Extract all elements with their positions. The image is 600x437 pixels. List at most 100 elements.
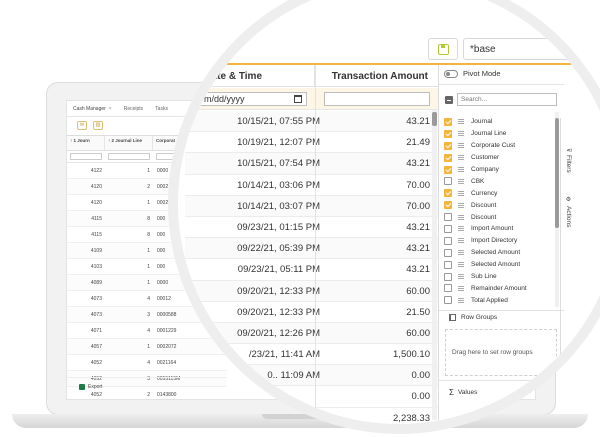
- date-cell: 09/23/21, 05:11 PM: [237, 264, 320, 276]
- column-search-input[interactable]: Search...: [457, 93, 557, 106]
- drag-handle-icon[interactable]: [458, 238, 464, 244]
- column-list-item[interactable]: Currency: [444, 187, 559, 199]
- small-header-journal-line[interactable]: ↑ 2 Journal Line: [105, 136, 153, 150]
- magnifier: *base ate & Time Transaction Amount m/dd…: [178, 0, 600, 424]
- small-filter-input[interactable]: [108, 153, 150, 160]
- table-row[interactable]: 09/20/21, 12:33 PM 21.50: [185, 302, 438, 323]
- table-row[interactable]: 09/22/21, 05:39 PM 43.21: [185, 238, 438, 260]
- select-all-checkbox[interactable]: [445, 96, 453, 104]
- column-checkbox[interactable]: [444, 117, 452, 126]
- grid-scroll-thumb[interactable]: [432, 112, 437, 126]
- drag-handle-icon[interactable]: [458, 143, 464, 149]
- column-list-item[interactable]: Customer: [444, 152, 559, 164]
- table-row[interactable]: /23/21, 11:41 AM 1,500.10: [185, 344, 438, 366]
- row-groups-drop-zone[interactable]: Drag here to set row groups: [445, 329, 557, 376]
- column-checkbox[interactable]: [444, 129, 452, 138]
- table-row[interactable]: 10/14/21, 03:06 PM 70.00: [185, 175, 438, 196]
- column-list-item[interactable]: CBK: [444, 175, 559, 187]
- mail-icon[interactable]: ✉: [77, 120, 87, 130]
- drag-handle-icon[interactable]: [458, 285, 464, 291]
- column-checkbox[interactable]: [444, 260, 452, 269]
- table-row[interactable]: 09/23/21, 05:11 PM 43.21: [185, 259, 438, 281]
- date-cell: 10/14/21, 03:07 PM: [237, 200, 320, 212]
- column-checkbox[interactable]: [444, 165, 452, 174]
- column-list-item[interactable]: Corporate Cust: [444, 140, 559, 152]
- close-icon[interactable]: ×: [109, 106, 112, 112]
- table-row[interactable]: 09/20/21, 12:26 PM 60.00: [185, 322, 438, 345]
- export-button[interactable]: Export: [88, 384, 102, 390]
- layout-name-field[interactable]: *base: [463, 38, 583, 60]
- small-table-cell: 4: [147, 359, 150, 366]
- drag-handle-icon[interactable]: [458, 297, 464, 303]
- small-header-journal[interactable]: ↑ 1 Journ: [67, 136, 105, 150]
- column-list-item[interactable]: Remainder Amount: [444, 282, 559, 294]
- column-list-item[interactable]: Import Directory: [444, 235, 559, 247]
- small-tab-receipts[interactable]: Receipts: [124, 106, 143, 112]
- table-row[interactable]: 10/19/21, 12:07 PM 21.49: [185, 132, 438, 154]
- amount-cell: 60.00: [406, 285, 430, 297]
- column-list-item[interactable]: Selected Amount: [444, 247, 559, 259]
- column-checkbox[interactable]: [444, 153, 452, 162]
- column-list-item[interactable]: Company: [444, 164, 559, 176]
- header-transaction-amount[interactable]: Transaction Amount: [315, 65, 438, 86]
- column-checkbox[interactable]: [444, 189, 452, 198]
- drag-handle-icon[interactable]: [458, 226, 464, 232]
- column-list-item[interactable]: Import Amount: [444, 223, 559, 235]
- drag-handle-icon[interactable]: [458, 119, 464, 125]
- table-row[interactable]: 0.00: [185, 386, 438, 408]
- header-date-time[interactable]: ate & Time: [185, 65, 315, 86]
- drag-handle-icon[interactable]: [458, 214, 464, 220]
- grid-scrollbar[interactable]: [432, 110, 437, 420]
- amount-cell: 43.21: [406, 116, 430, 127]
- small-tab-label: Cash Manager: [73, 105, 106, 112]
- drag-handle-icon[interactable]: [458, 262, 464, 268]
- chart-icon[interactable]: ▥: [93, 120, 103, 130]
- column-list-item[interactable]: Discount: [444, 211, 559, 223]
- column-checkbox[interactable]: [444, 236, 452, 245]
- column-checkbox[interactable]: [444, 201, 452, 210]
- column-list-scroll-thumb[interactable]: [555, 118, 559, 228]
- calendar-icon[interactable]: [294, 95, 302, 103]
- drag-handle-icon[interactable]: [458, 250, 464, 256]
- drag-handle-icon[interactable]: [458, 155, 464, 161]
- drag-handle-icon[interactable]: [458, 202, 464, 208]
- table-row[interactable]: 09/20/21, 12:33 PM 60.00: [185, 280, 438, 302]
- column-list-item[interactable]: Journal: [444, 116, 559, 128]
- small-tab-cash-manager[interactable]: Cash Manager ×: [73, 106, 112, 112]
- column-list-item[interactable]: Selected Amount: [444, 259, 559, 271]
- column-list-item[interactable]: Total Applied: [444, 294, 559, 306]
- date-cell: 10/15/21, 07:54 PM: [237, 158, 320, 170]
- column-checkbox[interactable]: [444, 272, 452, 281]
- pivot-toggle[interactable]: [444, 69, 458, 78]
- column-checkbox[interactable]: [444, 141, 452, 150]
- drag-handle-icon[interactable]: [458, 190, 464, 196]
- drag-handle-icon[interactable]: [458, 178, 464, 184]
- table-row[interactable]: 09/23/21, 01:15 PM 43.21: [185, 217, 438, 239]
- column-checkbox[interactable]: [444, 296, 452, 305]
- date-filter-input[interactable]: m/dd/yyyy: [185, 92, 307, 106]
- small-filter-input[interactable]: [70, 153, 102, 160]
- date-cell: 09/23/21, 01:15 PM: [237, 221, 320, 233]
- column-checkbox[interactable]: [444, 213, 452, 222]
- small-table-cell: 8: [147, 231, 150, 238]
- column-checkbox[interactable]: [444, 284, 452, 293]
- column-checkbox[interactable]: [444, 224, 452, 233]
- amount-filter-input[interactable]: [324, 92, 430, 106]
- table-row[interactable]: 0.. 11:09 AM 0.00: [185, 365, 438, 387]
- small-tab-tasks[interactable]: Tasks: [155, 106, 168, 112]
- pivot-mode[interactable]: Pivot Mode: [444, 69, 501, 78]
- drag-handle-icon[interactable]: [458, 167, 464, 172]
- column-list-item[interactable]: Sub Line: [444, 271, 559, 283]
- column-list-item[interactable]: Journal Line: [444, 128, 559, 140]
- table-row[interactable]: 10/14/21, 03:07 PM 70.00: [185, 195, 438, 217]
- table-row[interactable]: 10/15/21, 07:55 PM 43.21: [185, 111, 438, 133]
- save-button[interactable]: [428, 38, 458, 60]
- column-checkbox[interactable]: [444, 248, 452, 257]
- drag-handle-icon[interactable]: [458, 274, 464, 280]
- tab-filters[interactable]: ⊽ Filters: [565, 148, 572, 173]
- column-checkbox[interactable]: [444, 177, 452, 186]
- tab-actions[interactable]: ⚙ Actions: [565, 196, 572, 227]
- table-row[interactable]: 10/15/21, 07:54 PM 43.21: [185, 153, 438, 175]
- drag-handle-icon[interactable]: [458, 131, 464, 137]
- column-list-item[interactable]: Discount: [444, 199, 559, 211]
